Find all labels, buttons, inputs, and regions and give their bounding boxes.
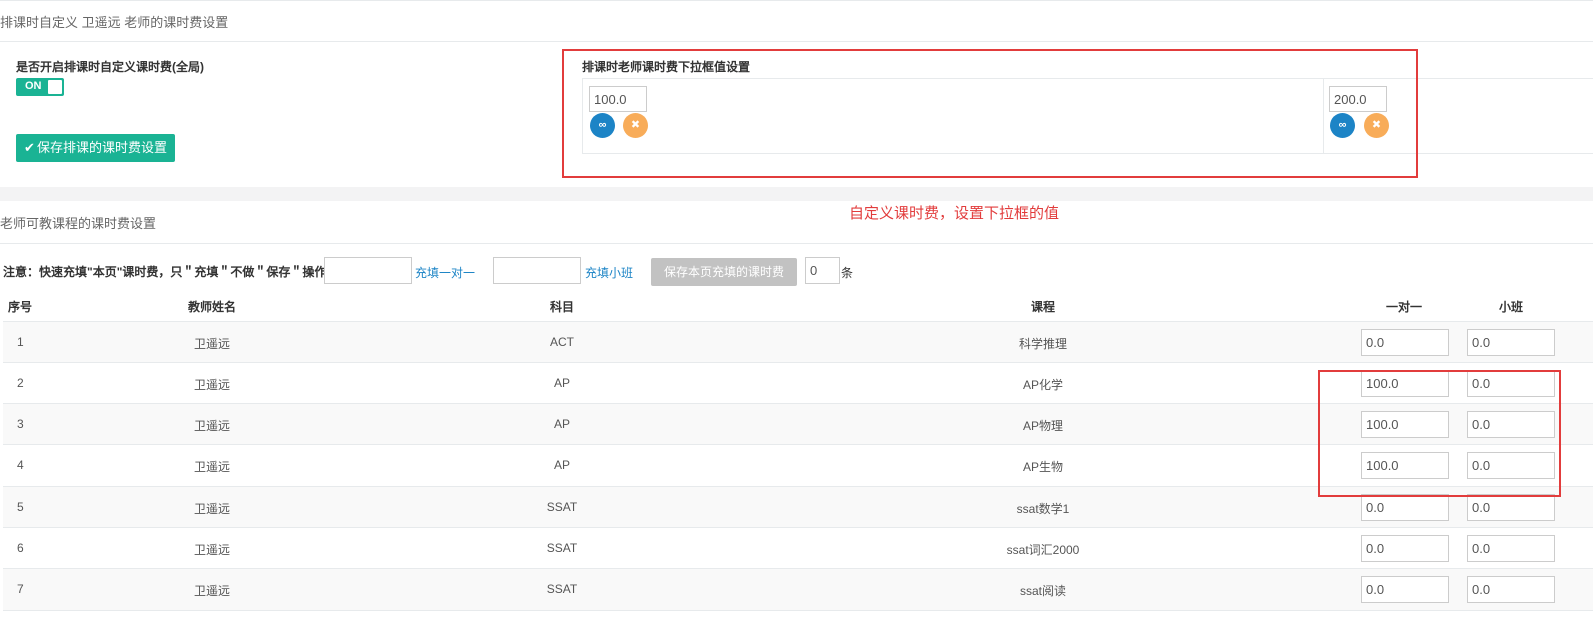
save-schedule-fee-button[interactable]: ✔ 保存排课的课时费设置 xyxy=(16,134,175,162)
small-class-fee-input[interactable] xyxy=(1467,576,1555,603)
table-row: 6 卫遥远 SSAT ssat词汇2000 xyxy=(3,527,1593,569)
table-row-partial xyxy=(3,610,1593,639)
cell-no: 7 xyxy=(17,582,24,596)
one-on-one-fee-input[interactable] xyxy=(1361,576,1449,603)
toggle-knob xyxy=(48,80,62,94)
cell-course: ssat阅读 xyxy=(1019,584,1067,598)
section-divider xyxy=(0,243,1593,244)
annotation-text: 自定义课时费，设置下拉框的值 xyxy=(849,205,1060,222)
cell-no: 6 xyxy=(17,541,24,555)
quickfill-notice: 注意：快速充填"本页"课时费，只＂充填＂不做＂保存＂操作 xyxy=(3,265,327,279)
cell-course: 科学推理 xyxy=(1018,337,1068,351)
page-title: 排课时自定义 卫遥远 老师的课时费设置 xyxy=(0,15,229,30)
one-on-one-fee-input[interactable] xyxy=(1361,329,1449,356)
section-separator xyxy=(0,187,1593,201)
header-no: 序号 xyxy=(8,300,33,314)
save-schedule-fee-label: 保存排课的课时费设置 xyxy=(36,140,167,155)
cell-course: AP物理 xyxy=(1022,419,1064,433)
cell-teacher: 卫遥远 xyxy=(193,337,231,351)
check-icon: ✔ xyxy=(24,140,35,155)
small-class-fee-input[interactable] xyxy=(1467,535,1555,562)
count-unit: 条 xyxy=(841,266,854,280)
cell-subject: SSAT xyxy=(546,500,578,514)
save-page-fee-button[interactable]: 保存本页充填的课时费 xyxy=(651,258,797,286)
cell-subject: ACT xyxy=(550,335,574,349)
cell-subject: AP xyxy=(553,458,571,472)
cell-course: ssat数学1 xyxy=(1016,502,1070,516)
fill-small-class-link[interactable]: 充填小班 xyxy=(585,264,633,281)
small-class-fee-input[interactable] xyxy=(1467,494,1555,521)
quickfill-small-class-input[interactable] xyxy=(493,257,581,284)
cell-teacher: 卫遥远 xyxy=(193,419,231,433)
small-class-fee-input[interactable] xyxy=(1467,329,1555,356)
cell-course: ssat词汇2000 xyxy=(1006,543,1080,557)
header-divider xyxy=(0,41,1593,42)
toggle-label: 是否开启排课时自定义课时费(全局) xyxy=(16,60,204,74)
cell-no: 1 xyxy=(17,335,24,349)
table-row: 1 卫遥远 ACT 科学推理 xyxy=(3,321,1593,363)
section-title: 老师可教课程的课时费设置 xyxy=(0,216,157,231)
header-one-on-one: 一对一 xyxy=(1385,300,1423,314)
cell-subject: AP xyxy=(553,417,571,431)
cell-course: AP生物 xyxy=(1022,460,1064,474)
header-course: 课程 xyxy=(1030,300,1056,314)
cell-subject: AP xyxy=(553,376,571,390)
cell-no: 2 xyxy=(17,376,24,390)
cell-subject: SSAT xyxy=(546,541,578,555)
cell-no: 5 xyxy=(17,500,24,514)
cell-teacher: 卫遥远 xyxy=(193,460,231,474)
annotation-highlight-box xyxy=(1318,370,1561,497)
top-divider xyxy=(0,0,1593,1)
one-on-one-fee-input[interactable] xyxy=(1361,494,1449,521)
header-small-class: 小班 xyxy=(1498,300,1524,314)
cell-no: 3 xyxy=(17,417,24,431)
fill-one-on-one-link[interactable]: 充填一对一 xyxy=(415,264,475,281)
cell-course: AP化学 xyxy=(1022,378,1064,392)
cell-subject: SSAT xyxy=(546,582,578,596)
header-teacher: 教师姓名 xyxy=(187,300,237,314)
count-input[interactable] xyxy=(805,257,840,284)
cell-teacher: 卫遥远 xyxy=(193,584,231,598)
quickfill-one-on-one-input[interactable] xyxy=(324,257,412,284)
cell-teacher: 卫遥远 xyxy=(193,378,231,392)
cell-no: 4 xyxy=(17,458,24,472)
custom-fee-toggle[interactable]: ON xyxy=(16,78,64,96)
cell-teacher: 卫遥远 xyxy=(193,543,231,557)
annotation-highlight-box xyxy=(562,49,1418,178)
one-on-one-fee-input[interactable] xyxy=(1361,535,1449,562)
table-row: 7 卫遥远 SSAT ssat阅读 xyxy=(3,568,1593,610)
toggle-state: ON xyxy=(25,80,42,92)
cell-teacher: 卫遥远 xyxy=(193,502,231,516)
header-subject: 科目 xyxy=(549,300,575,314)
